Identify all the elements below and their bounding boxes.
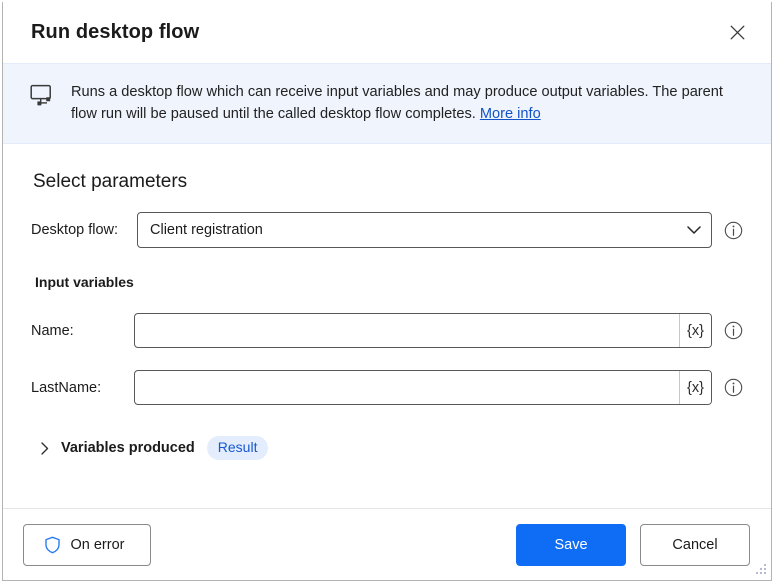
lastname-input[interactable] (135, 371, 679, 404)
lastname-variable-picker-button[interactable]: {x} (679, 371, 711, 404)
banner-text: Runs a desktop flow which can receive in… (71, 81, 741, 125)
name-variable-picker-button[interactable]: {x} (679, 314, 711, 347)
cancel-button[interactable]: Cancel (640, 523, 750, 566)
save-button[interactable]: Save (516, 523, 626, 566)
input-variables-title: Input variables (35, 274, 134, 290)
more-info-link[interactable]: More info (480, 106, 541, 122)
chevron-down-icon[interactable] (677, 225, 711, 235)
shield-icon (44, 536, 61, 554)
dialog-body: Select parameters Desktop flow: Client r… (3, 144, 771, 508)
chevron-right-icon[interactable] (37, 440, 53, 456)
variable-badge-result[interactable]: Result (206, 436, 269, 460)
variables-produced-row: Variables produced Result (37, 436, 743, 460)
name-field[interactable]: {x} (134, 313, 712, 348)
lastname-info-icon[interactable] (723, 378, 743, 398)
desktop-flow-select[interactable]: Client registration (137, 212, 712, 248)
on-error-button[interactable]: On error (23, 523, 151, 566)
dialog-footer: On error Save Cancel (3, 508, 771, 580)
desktop-flow-info-icon[interactable] (723, 220, 743, 240)
close-button[interactable] (717, 14, 757, 52)
name-label: Name: (31, 322, 74, 339)
dialog-titlebar: Run desktop flow (3, 2, 771, 63)
on-error-label: On error (70, 536, 125, 553)
desktop-flow-value: Client registration (150, 222, 263, 238)
input-variable-row-lastname: LastName: {x} (31, 370, 743, 405)
variables-produced-label[interactable]: Variables produced (61, 440, 195, 456)
page-title: Run desktop flow (31, 21, 200, 43)
lastname-field[interactable]: {x} (134, 370, 712, 405)
lastname-label: LastName: (31, 379, 102, 396)
desktop-flow-icon (29, 83, 55, 109)
desktop-flow-row: Desktop flow: Client registration (31, 212, 743, 248)
run-desktop-flow-dialog: Run desktop flow Runs a desktop flow whi… (2, 2, 772, 581)
banner-description: Runs a desktop flow which can receive in… (71, 84, 723, 122)
info-banner: Runs a desktop flow which can receive in… (3, 63, 771, 144)
name-info-icon[interactable] (723, 321, 743, 341)
desktop-flow-label: Desktop flow: (31, 222, 119, 238)
close-icon (730, 25, 744, 40)
name-input[interactable] (135, 314, 679, 347)
input-variable-row-name: Name: {x} (31, 313, 743, 348)
section-title: Select parameters (33, 171, 188, 192)
resize-grip-icon[interactable] (754, 563, 767, 576)
